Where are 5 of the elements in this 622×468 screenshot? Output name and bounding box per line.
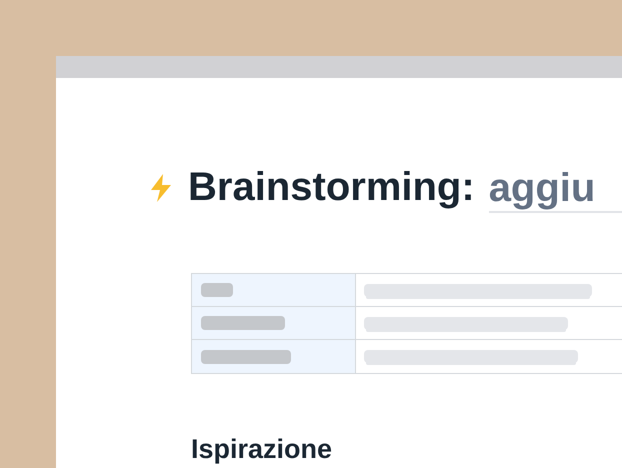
title-input-field[interactable]: aggiu <box>488 166 622 213</box>
lightning-icon <box>148 172 174 202</box>
page-title: Brainstorming: <box>188 165 475 210</box>
skeleton-bar <box>201 283 233 297</box>
section-heading: Ispirazione <box>191 434 334 465</box>
